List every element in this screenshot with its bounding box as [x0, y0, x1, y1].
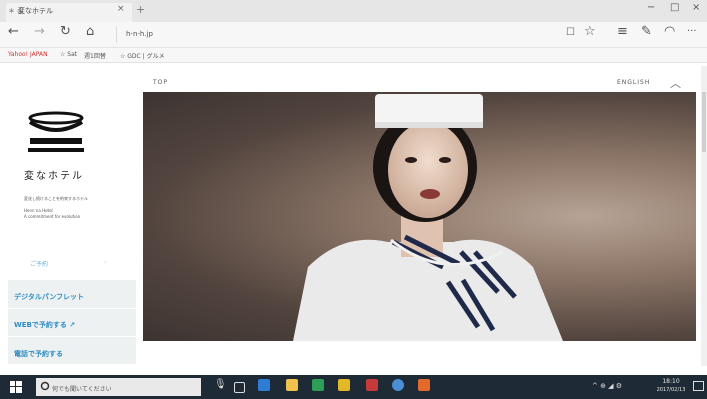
hero-image	[143, 92, 696, 341]
hotel-subtitle: Henn na Hotel A commitment for evolution	[24, 208, 80, 220]
receptionist-robot-photo	[293, 94, 563, 341]
microphone-icon[interactable]: 🎙	[214, 379, 227, 390]
chevron-right-icon: ›	[104, 258, 107, 266]
system-tray-icons[interactable]: ^ ⊕ ◢ ⚙	[592, 382, 622, 390]
favorites-bar	[0, 48, 707, 63]
search-placeholder: 何でも聞いてください	[52, 386, 112, 393]
menu-divider	[8, 336, 136, 337]
edge-browser-icon[interactable]	[258, 379, 270, 391]
hotel-tagline: 変化し続けることを約束するホテル	[24, 196, 88, 201]
back-icon[interactable]: ←	[8, 24, 19, 39]
tab-close-icon[interactable]: ×	[117, 4, 125, 14]
home-icon[interactable]: ⌂	[86, 24, 94, 39]
new-tab-button[interactable]: +	[136, 3, 145, 16]
app-yellow-icon[interactable]	[338, 379, 350, 391]
fav-yahoo[interactable]: Yahoo! JAPAN	[8, 51, 48, 58]
fav-sat[interactable]: ☆ Sat	[60, 51, 77, 58]
task-view-icon[interactable]	[234, 382, 245, 393]
maximize-button[interactable]: □	[670, 2, 679, 13]
chevron-up-icon[interactable]: ︿	[670, 75, 681, 91]
favorite-star-icon[interactable]: ☆	[584, 24, 596, 39]
scrollbar-thumb[interactable]	[702, 92, 706, 152]
windows-start-icon[interactable]	[10, 381, 22, 393]
app-blue-icon[interactable]	[392, 379, 404, 391]
app-green-icon[interactable]	[312, 379, 324, 391]
share-icon[interactable]: ◠	[664, 24, 675, 39]
clock-date[interactable]: 2017/02/13	[651, 387, 691, 393]
hotel-logo-icon	[28, 111, 84, 152]
close-window-button[interactable]: ×	[692, 2, 700, 13]
address-bar[interactable]	[116, 26, 557, 43]
reading-view-icon[interactable]: ☐	[566, 27, 575, 38]
forward-icon[interactable]: →	[34, 24, 45, 39]
menu-item-digital-pamphlet[interactable]: デジタルパンフレット	[14, 292, 84, 302]
nav-english-link[interactable]: ENGLISH	[617, 79, 650, 86]
clock-time[interactable]: 18:10	[651, 378, 691, 385]
more-icon[interactable]: ···	[687, 26, 697, 37]
fav-gdc[interactable]: ☆ GDC | グルメ	[120, 51, 165, 60]
notification-icon[interactable]	[693, 381, 704, 391]
app-orange-icon[interactable]	[418, 379, 430, 391]
subtitle-line-2: A commitment for evolution	[24, 214, 81, 219]
minimize-button[interactable]: −	[647, 2, 655, 13]
menu-item-web-booking[interactable]: WEBで予約する ↗	[14, 320, 75, 330]
reservation-link[interactable]: ご予約	[30, 259, 48, 268]
file-explorer-icon[interactable]	[286, 379, 298, 391]
cortana-icon[interactable]	[40, 381, 50, 391]
menu-item-phone-booking[interactable]: 電話で予約する	[14, 349, 63, 359]
nav-top-link[interactable]: TOP	[153, 79, 168, 86]
app-red-icon[interactable]	[366, 379, 378, 391]
hub-icon[interactable]: ≡	[617, 24, 628, 39]
fav-weekly[interactable]: 週1回替	[84, 51, 106, 60]
address-text[interactable]: h-n-h.jp	[126, 30, 153, 38]
tab-title: 変なホテル	[18, 7, 53, 15]
menu-divider	[8, 308, 136, 309]
hotel-name: 変なホテル	[24, 171, 84, 182]
refresh-icon[interactable]: ↻	[60, 24, 71, 39]
web-note-icon[interactable]: ✎	[641, 24, 652, 39]
